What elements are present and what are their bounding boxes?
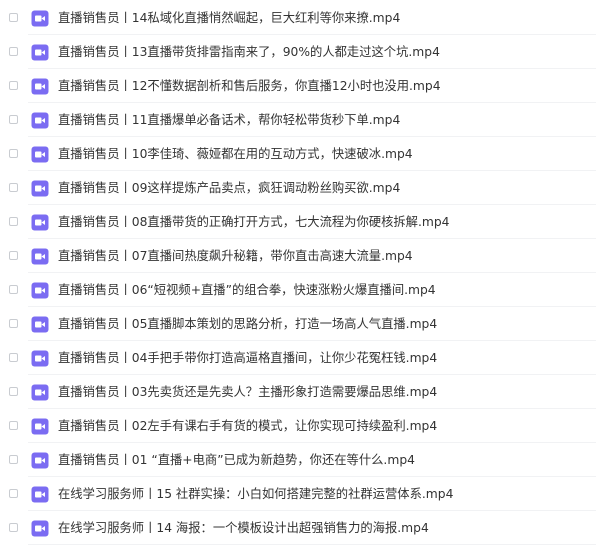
video-file-icon — [31, 146, 49, 163]
row-checkbox[interactable] — [9, 319, 18, 328]
row-checkbox[interactable] — [9, 421, 18, 430]
video-file-icon — [31, 486, 49, 503]
row-checkbox[interactable] — [9, 13, 18, 22]
row-checkbox[interactable] — [9, 455, 18, 464]
file-row[interactable]: 直播销售员丨01 “直播+电商”已成为新趋势，你还在等什么.mp4 — [0, 443, 596, 477]
video-file-icon — [31, 418, 49, 435]
file-name[interactable]: 直播销售员丨01 “直播+电商”已成为新趋势，你还在等什么.mp4 — [58, 452, 415, 468]
video-file-icon — [31, 316, 49, 333]
row-checkbox[interactable] — [9, 183, 18, 192]
video-file-icon — [31, 282, 49, 299]
video-file-icon — [31, 520, 49, 537]
file-row[interactable]: 直播销售员丨14私域化直播悄然崛起，巨大红利等你来撩.mp4 — [0, 1, 596, 35]
file-name[interactable]: 在线学习服务师丨15 社群实操：小白如何搭建完整的社群运营体系.mp4 — [58, 486, 453, 502]
video-file-icon — [31, 44, 49, 61]
file-name[interactable]: 在线学习服务师丨14 海报：一个模板设计出超强销售力的海报.mp4 — [58, 520, 429, 536]
file-name[interactable]: 直播销售员丨04手把手带你打造高逼格直播间，让你少花冤枉钱.mp4 — [58, 350, 437, 366]
file-row[interactable]: 直播销售员丨05直播脚本策划的思路分析，打造一场高人气直播.mp4 — [0, 307, 596, 341]
row-checkbox[interactable] — [9, 217, 18, 226]
video-file-icon — [31, 350, 49, 367]
video-file-icon — [31, 214, 49, 231]
file-row[interactable]: 直播销售员丨12不懂数据剖析和售后服务，你直播12小时也没用.mp4 — [0, 69, 596, 103]
video-file-icon — [31, 180, 49, 197]
row-checkbox[interactable] — [9, 285, 18, 294]
row-checkbox[interactable] — [9, 353, 18, 362]
file-name[interactable]: 直播销售员丨10李佳琦、薇娅都在用的互动方式，快速破冰.mp4 — [58, 146, 413, 162]
row-checkbox[interactable] — [9, 489, 18, 498]
file-name[interactable]: 直播销售员丨14私域化直播悄然崛起，巨大红利等你来撩.mp4 — [58, 10, 400, 26]
video-file-icon — [31, 10, 49, 27]
file-row[interactable]: 直播销售员丨06“短视频+直播”的组合拳，快速涨粉火爆直播间.mp4 — [0, 273, 596, 307]
file-name[interactable]: 直播销售员丨09这样提炼产品卖点，疯狂调动粉丝购买欲.mp4 — [58, 180, 400, 196]
file-row[interactable]: 直播销售员丨09这样提炼产品卖点，疯狂调动粉丝购买欲.mp4 — [0, 171, 596, 205]
video-file-icon — [31, 452, 49, 469]
file-list: 直播销售员丨14私域化直播悄然崛起，巨大红利等你来撩.mp4 直播销售员丨13直… — [0, 0, 596, 549]
file-row[interactable]: 在线学习服务师丨14 海报：一个模板设计出超强销售力的海报.mp4 — [0, 511, 596, 545]
video-file-icon — [31, 384, 49, 401]
file-name[interactable]: 直播销售员丨06“短视频+直播”的组合拳，快速涨粉火爆直播间.mp4 — [58, 282, 436, 298]
row-checkbox[interactable] — [9, 387, 18, 396]
row-checkbox[interactable] — [9, 523, 18, 532]
file-row[interactable]: 直播销售员丨10李佳琦、薇娅都在用的互动方式，快速破冰.mp4 — [0, 137, 596, 171]
row-checkbox[interactable] — [9, 81, 18, 90]
row-checkbox[interactable] — [9, 47, 18, 56]
file-row[interactable]: 直播销售员丨04手把手带你打造高逼格直播间，让你少花冤枉钱.mp4 — [0, 341, 596, 375]
row-checkbox[interactable] — [9, 115, 18, 124]
file-row[interactable]: 直播销售员丨02左手有课右手有货的模式，让你实现可持续盈利.mp4 — [0, 409, 596, 443]
file-row[interactable]: 在线学习服务师丨15 社群实操：小白如何搭建完整的社群运营体系.mp4 — [0, 477, 596, 511]
file-row[interactable]: 直播销售员丨07直播间热度飙升秘籍，带你直击高速大流量.mp4 — [0, 239, 596, 273]
file-name[interactable]: 直播销售员丨13直播带货排雷指南来了，90%的人都走过这个坑.mp4 — [58, 44, 440, 60]
row-checkbox[interactable] — [9, 251, 18, 260]
video-file-icon — [31, 78, 49, 95]
file-row[interactable]: 直播销售员丨13直播带货排雷指南来了，90%的人都走过这个坑.mp4 — [0, 35, 596, 69]
file-name[interactable]: 直播销售员丨08直播带货的正确打开方式，七大流程为你硬核拆解.mp4 — [58, 214, 449, 230]
file-row[interactable]: 直播销售员丨11直播爆单必备话术，帮你轻松带货秒下单.mp4 — [0, 103, 596, 137]
file-name[interactable]: 直播销售员丨03先卖货还是先卖人？主播形象打造需要爆品思维.mp4 — [58, 384, 437, 400]
file-name[interactable]: 直播销售员丨12不懂数据剖析和售后服务，你直播12小时也没用.mp4 — [58, 78, 441, 94]
video-file-icon — [31, 248, 49, 265]
row-checkbox[interactable] — [9, 149, 18, 158]
file-name[interactable]: 直播销售员丨05直播脚本策划的思路分析，打造一场高人气直播.mp4 — [58, 316, 437, 332]
video-file-icon — [31, 112, 49, 129]
file-name[interactable]: 直播销售员丨11直播爆单必备话术，帮你轻松带货秒下单.mp4 — [58, 112, 400, 128]
file-row[interactable]: 直播销售员丨03先卖货还是先卖人？主播形象打造需要爆品思维.mp4 — [0, 375, 596, 409]
file-name[interactable]: 直播销售员丨02左手有课右手有货的模式，让你实现可持续盈利.mp4 — [58, 418, 437, 434]
file-name[interactable]: 直播销售员丨07直播间热度飙升秘籍，带你直击高速大流量.mp4 — [58, 248, 413, 264]
file-row[interactable]: 直播销售员丨08直播带货的正确打开方式，七大流程为你硬核拆解.mp4 — [0, 205, 596, 239]
